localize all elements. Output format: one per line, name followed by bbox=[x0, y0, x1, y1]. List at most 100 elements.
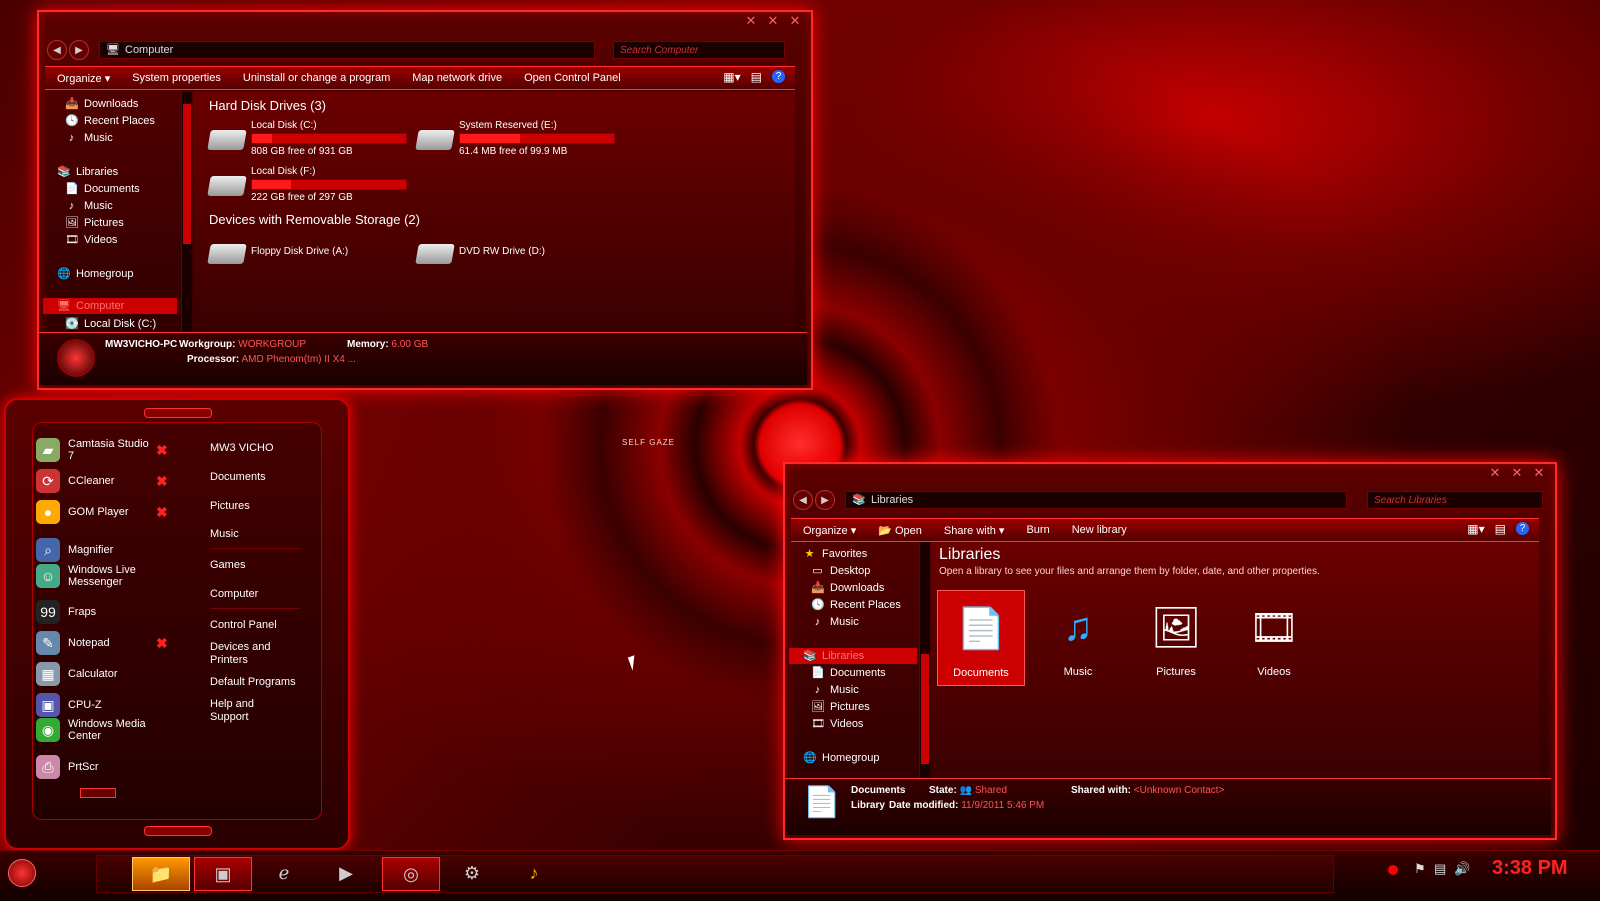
start-music-link[interactable]: Music bbox=[210, 528, 239, 541]
nav-videos[interactable]: 🎞 Videos bbox=[65, 234, 117, 246]
nav-favorites[interactable]: ★ Favorites bbox=[803, 548, 868, 560]
nav-documents[interactable]: 📄 Documents bbox=[811, 667, 886, 679]
nav-documents[interactable]: 📄 Documents bbox=[65, 183, 140, 195]
start-devices-link[interactable]: Devices and Printers bbox=[210, 641, 280, 667]
back-icon[interactable]: ◀ bbox=[47, 40, 67, 60]
library-videos[interactable]: 🎞 Videos bbox=[1231, 590, 1317, 684]
preview-pane-icon[interactable]: ▤ bbox=[751, 70, 762, 84]
library-music[interactable]: ♫ Music bbox=[1035, 590, 1121, 684]
start-program-item[interactable]: ☺ Windows Live Messenger bbox=[36, 564, 186, 588]
forward-icon[interactable]: ▶ bbox=[69, 40, 89, 60]
nav-homegroup[interactable]: 🌐 Homegroup bbox=[803, 752, 879, 764]
taskbar-explorer-icon[interactable]: 📁 bbox=[132, 857, 190, 891]
back-icon[interactable]: ◀ bbox=[793, 490, 813, 510]
scrollbar-thumb[interactable] bbox=[921, 654, 929, 764]
open-button[interactable]: 📂 Open bbox=[878, 524, 922, 537]
share-with-button[interactable]: Share with ▾ bbox=[944, 524, 1005, 537]
drive-dvd-d[interactable]: DVD RW Drive (D:) bbox=[415, 234, 617, 270]
organize-button[interactable]: Organize ▾ bbox=[803, 524, 856, 537]
nav-recent-places[interactable]: 🕓 Recent Places bbox=[65, 115, 155, 127]
start-program-item[interactable]: ◉ Windows Media Center bbox=[36, 718, 186, 742]
all-programs-button[interactable] bbox=[80, 788, 116, 798]
search-input[interactable]: Search Libraries bbox=[1367, 491, 1543, 509]
maximize-icon[interactable]: ✕ bbox=[767, 14, 779, 27]
drive-local-f[interactable]: Local Disk (F:) 222 GB free of 297 GB bbox=[207, 166, 409, 206]
start-program-item[interactable]: ▣ CPU-Z bbox=[36, 693, 186, 717]
nav-libraries[interactable]: 📚 Libraries bbox=[789, 648, 917, 664]
system-properties-button[interactable]: System properties bbox=[132, 72, 221, 84]
taskbar-winamp-icon[interactable]: ♪ bbox=[506, 857, 562, 889]
nav-music[interactable]: ♪ Music bbox=[65, 132, 113, 144]
maximize-icon[interactable]: ✕ bbox=[1511, 466, 1523, 479]
nav-homegroup[interactable]: 🌐 Homegroup bbox=[57, 268, 133, 280]
view-options-icon[interactable]: ▦▾ bbox=[1467, 522, 1484, 536]
close-icon[interactable]: ✕ bbox=[1533, 466, 1545, 479]
pinned-icon[interactable]: ✖ bbox=[156, 473, 168, 490]
start-pictures-link[interactable]: Pictures bbox=[210, 500, 250, 513]
forward-icon[interactable]: ▶ bbox=[815, 490, 835, 510]
nav-scrollbar[interactable] bbox=[181, 92, 192, 332]
minimize-icon[interactable]: ✕ bbox=[1489, 466, 1501, 479]
start-program-item[interactable]: ⎙ PrtScr bbox=[36, 755, 186, 779]
nav-scrollbar[interactable] bbox=[919, 542, 930, 778]
scrollbar-thumb[interactable] bbox=[183, 104, 191, 244]
nav-music[interactable]: ♪ Music bbox=[811, 616, 859, 628]
minimize-icon[interactable]: ✕ bbox=[745, 14, 757, 27]
start-program-item[interactable]: ▦ Calculator bbox=[36, 662, 186, 686]
library-documents[interactable]: 📄 Documents bbox=[937, 590, 1025, 686]
taskbar-media-icon[interactable]: ▣ bbox=[194, 857, 252, 891]
taskbar-clock[interactable]: 3:38 PM bbox=[1492, 857, 1568, 880]
taskbar-steam-icon[interactable]: ⚙ bbox=[444, 857, 500, 889]
pinned-icon[interactable]: ✖ bbox=[156, 442, 168, 459]
nav-music-library[interactable]: ♪ Music bbox=[811, 684, 859, 696]
search-input[interactable]: Search Computer bbox=[613, 41, 785, 59]
address-input[interactable]: 📚 Libraries bbox=[845, 491, 1347, 509]
start-default-programs-link[interactable]: Default Programs bbox=[210, 676, 296, 689]
nav-pictures[interactable]: 🖼 Pictures bbox=[811, 701, 870, 713]
taskbar-player-icon[interactable]: ▶ bbox=[318, 857, 374, 889]
start-help-link[interactable]: Help and Support bbox=[210, 698, 270, 724]
open-control-panel-button[interactable]: Open Control Panel bbox=[524, 72, 621, 84]
nav-music-library[interactable]: ♪ Music bbox=[65, 200, 113, 212]
taskbar-ie-icon[interactable]: ℯ bbox=[256, 857, 312, 889]
nav-local-disk-c[interactable]: 💽 Local Disk (C:) bbox=[65, 318, 156, 330]
tray-volume-icon[interactable]: 🔊 bbox=[1454, 861, 1470, 877]
start-control-panel-link[interactable]: Control Panel bbox=[210, 619, 277, 632]
library-pictures[interactable]: 🖼 Pictures bbox=[1133, 590, 1219, 684]
nav-downloads[interactable]: 📥 Downloads bbox=[65, 98, 138, 110]
preview-pane-icon[interactable]: ▤ bbox=[1495, 522, 1506, 536]
start-computer-link[interactable]: Computer bbox=[210, 588, 258, 601]
help-icon[interactable]: ? bbox=[772, 70, 785, 83]
close-icon[interactable]: ✕ bbox=[789, 14, 801, 27]
pinned-icon[interactable]: ✖ bbox=[156, 635, 168, 652]
nav-pictures[interactable]: 🖼 Pictures bbox=[65, 217, 124, 229]
start-games-link[interactable]: Games bbox=[210, 559, 245, 572]
address-input[interactable]: 🖥 Computer bbox=[99, 41, 595, 59]
nav-computer[interactable]: 🖥 Computer bbox=[43, 298, 177, 314]
map-network-drive-button[interactable]: Map network drive bbox=[412, 72, 502, 84]
tray-indicator-icon[interactable] bbox=[1388, 865, 1398, 875]
burn-button[interactable]: Burn bbox=[1026, 524, 1049, 536]
new-library-button[interactable]: New library bbox=[1072, 524, 1127, 536]
help-icon[interactable]: ? bbox=[1516, 522, 1529, 535]
view-options-icon[interactable]: ▦▾ bbox=[723, 70, 740, 84]
nav-videos[interactable]: 🎞 Videos bbox=[811, 718, 863, 730]
organize-button[interactable]: Organize ▾ bbox=[57, 72, 110, 85]
start-program-item[interactable]: ⌕ Magnifier bbox=[36, 538, 186, 562]
start-documents-link[interactable]: Documents bbox=[210, 471, 266, 484]
start-user-link[interactable]: MW3 VICHO bbox=[210, 442, 274, 455]
nav-libraries[interactable]: 📚 Libraries bbox=[57, 166, 118, 178]
drive-system-reserved-e[interactable]: System Reserved (E:) 61.4 MB free of 99.… bbox=[415, 120, 617, 160]
taskbar-chrome-icon[interactable]: ◎ bbox=[382, 857, 440, 891]
start-orb-icon[interactable] bbox=[8, 859, 36, 887]
pinned-icon[interactable]: ✖ bbox=[156, 504, 168, 521]
tray-flag-icon[interactable]: ⚑ bbox=[1414, 861, 1426, 877]
drive-local-c[interactable]: Local Disk (C:) 808 GB free of 931 GB bbox=[207, 120, 409, 160]
uninstall-button[interactable]: Uninstall or change a program bbox=[243, 72, 390, 84]
nav-desktop[interactable]: ▭ Desktop bbox=[811, 565, 870, 577]
nav-downloads[interactable]: 📥 Downloads bbox=[811, 582, 884, 594]
start-program-item[interactable]: 99 Fraps bbox=[36, 600, 186, 624]
nav-recent-places[interactable]: 🕓 Recent Places bbox=[811, 599, 901, 611]
tray-network-icon[interactable]: ▤ bbox=[1434, 861, 1446, 877]
drive-floppy-a[interactable]: Floppy Disk Drive (A:) bbox=[207, 234, 409, 270]
